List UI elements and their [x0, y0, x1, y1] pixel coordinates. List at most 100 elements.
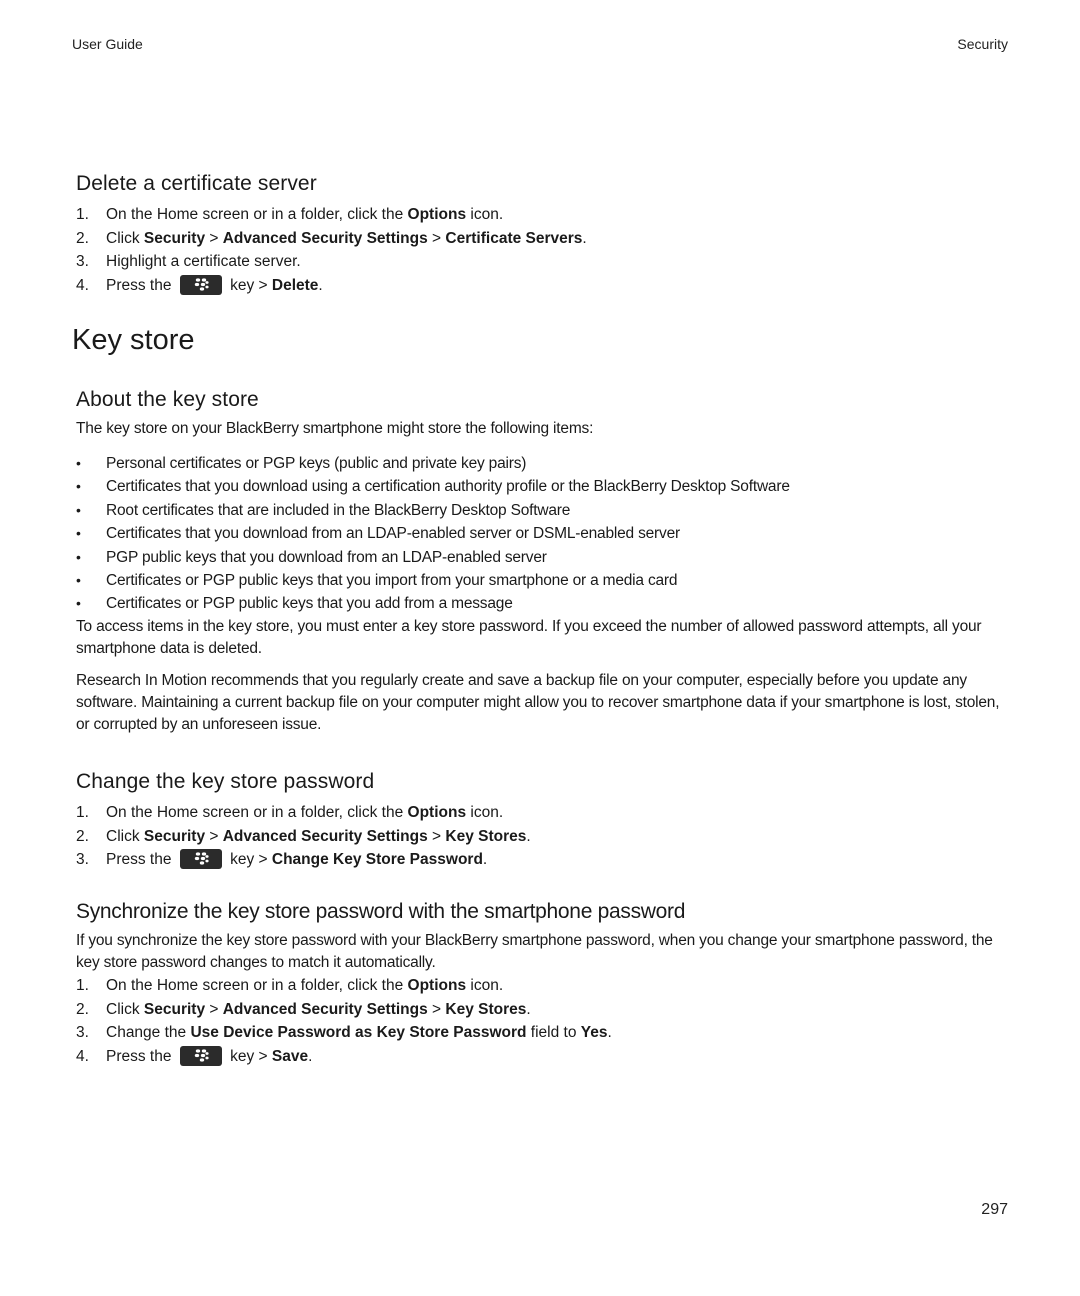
bullet-icon: •: [76, 571, 81, 588]
bullet-icon: •: [76, 501, 81, 518]
list-item-text: Personal certificates or PGP keys (publi…: [106, 455, 527, 472]
step-number: 4.: [76, 1047, 89, 1065]
step-text: Click: [106, 1000, 144, 1018]
list-item-text: Certificates or PGP public keys that you…: [106, 595, 513, 613]
step-number: 3.: [76, 851, 89, 869]
step-item: 3. Press the key > Change Key Store Passw…: [76, 848, 1006, 872]
ui-term: Certificate Servers: [445, 229, 583, 247]
blackberry-menu-key-icon: [179, 274, 222, 295]
bullet-icon: •: [76, 595, 81, 612]
step-item: 3. Change the Use Device Password as Key …: [76, 1021, 1006, 1045]
step-text: key >: [225, 276, 272, 294]
step-text: .: [526, 827, 531, 845]
step-text: Change the: [106, 1024, 191, 1042]
step-text: field to: [526, 1024, 581, 1042]
step-item: 3. Highlight a certificate server.: [76, 250, 1006, 274]
key-store-items-list: • Personal certificates or PGP keys (publ…: [76, 452, 1006, 616]
ui-term: Security: [143, 229, 206, 247]
heading-about-key-store: About the key store: [76, 388, 259, 411]
step-text: >: [427, 1000, 446, 1018]
step-text: >: [427, 827, 446, 845]
ui-term: Security: [143, 827, 206, 845]
bullet-icon: •: [76, 548, 81, 565]
ui-term: Delete: [271, 276, 319, 294]
running-header-title: User Guide: [72, 36, 143, 52]
step-number: 4.: [76, 276, 89, 294]
step-text: .: [582, 229, 587, 247]
step-text: key >: [225, 851, 272, 869]
step-text: icon.: [466, 977, 504, 994]
page-number: 297: [981, 1201, 1008, 1218]
step-text: .: [526, 1000, 531, 1018]
step-text: Click: [106, 827, 144, 845]
ui-term: Options: [407, 977, 467, 994]
step-number: 2.: [76, 229, 89, 247]
list-item-text: PGP public keys that you download from a…: [106, 548, 547, 566]
list-item: • Personal certificates or PGP keys (publ…: [76, 452, 1006, 475]
ui-term: Advanced Security Settings: [222, 229, 428, 247]
step-item: 4. Press the key > Save.: [76, 1045, 1006, 1069]
blackberry-menu-key-icon: [179, 849, 222, 870]
step-item: 4. Press the key > Delete.: [76, 274, 1006, 298]
ui-term: Options: [407, 206, 467, 223]
step-number: 3.: [76, 1024, 89, 1042]
steps-change-key-store-password: 1. On the Home screen or in a folder, cli…: [76, 801, 1006, 872]
step-number: 2.: [76, 827, 89, 845]
step-text: >: [205, 229, 223, 247]
ui-term: Key Stores: [445, 1000, 527, 1018]
step-text: On the Home screen or in a folder, click…: [106, 804, 408, 821]
step-text: On the Home screen or in a folder, click…: [106, 977, 408, 994]
ui-term: Yes: [580, 1024, 608, 1042]
list-item: • PGP public keys that you download from …: [76, 546, 1006, 569]
step-text: .: [318, 276, 323, 294]
list-item-text: Certificates that you download using a c…: [106, 478, 790, 496]
step-number: 1.: [76, 977, 89, 994]
heading-delete-certificate-server: Delete a certificate server: [76, 172, 317, 195]
step-text: icon.: [466, 206, 504, 223]
step-text: Press the: [106, 276, 176, 294]
step-item: 1. On the Home screen or in a folder, cli…: [76, 801, 1006, 825]
step-item: 2. Click Security > Advanced Security Set…: [76, 227, 1006, 251]
key-store-password-note: To access items in the key store, you mu…: [76, 618, 982, 657]
list-item: • Certificates that you download from an …: [76, 522, 1006, 545]
list-item: • Root certificates that are included in …: [76, 499, 1006, 522]
ui-term: Change Key Store Password: [271, 851, 483, 869]
ui-term: Options: [407, 804, 467, 821]
step-text: Highlight a certificate server.: [106, 253, 301, 271]
step-number: 2.: [76, 1000, 89, 1018]
heading-synchronize-password: Synchronize the key store password with …: [76, 900, 686, 923]
list-item-text: Root certificates that are included in t…: [106, 501, 571, 519]
step-text: key >: [225, 1047, 272, 1065]
step-number: 1.: [76, 804, 89, 821]
step-item: 1. On the Home screen or in a folder, cli…: [76, 203, 1006, 227]
step-number: 1.: [76, 206, 89, 223]
list-item: • Certificates that you download using a …: [76, 475, 1006, 498]
step-text: >: [427, 229, 446, 247]
running-header-section: Security: [957, 36, 1008, 52]
heading-key-store: Key store: [72, 324, 195, 356]
list-item: • Certificates or PGP public keys that yo…: [76, 592, 1006, 615]
step-text: Click: [106, 229, 144, 247]
backup-recommendation: Research In Motion recommends that you r…: [76, 672, 1000, 733]
step-text: >: [205, 1000, 223, 1018]
bullet-icon: •: [76, 525, 81, 542]
ui-term: Advanced Security Settings: [222, 1000, 428, 1018]
step-text: Press the: [106, 1047, 176, 1065]
synchronize-password-intro: If you synchronize the key store passwor…: [76, 932, 993, 971]
list-item-text: Certificates or PGP public keys that you…: [106, 571, 678, 589]
bullet-icon: •: [76, 478, 81, 495]
step-text: icon.: [466, 804, 504, 821]
steps-delete-certificate-server: 1. On the Home screen or in a folder, cli…: [76, 203, 1006, 297]
list-item-text: Certificates that you download from an L…: [106, 525, 680, 543]
heading-change-key-store-password: Change the key store password: [76, 770, 375, 793]
step-text: Press the: [106, 851, 176, 869]
step-text: .: [607, 1024, 612, 1042]
about-key-store-intro: The key store on your BlackBerry smartph…: [76, 420, 594, 437]
step-item: 2. Click Security > Advanced Security Set…: [76, 998, 1006, 1022]
step-text: On the Home screen or in a folder, click…: [106, 206, 408, 223]
step-text: .: [482, 851, 488, 869]
blackberry-menu-key-icon: [179, 1045, 222, 1066]
step-number: 3.: [76, 253, 89, 271]
ui-term: Advanced Security Settings: [222, 827, 428, 845]
ui-term: Security: [143, 1000, 206, 1018]
